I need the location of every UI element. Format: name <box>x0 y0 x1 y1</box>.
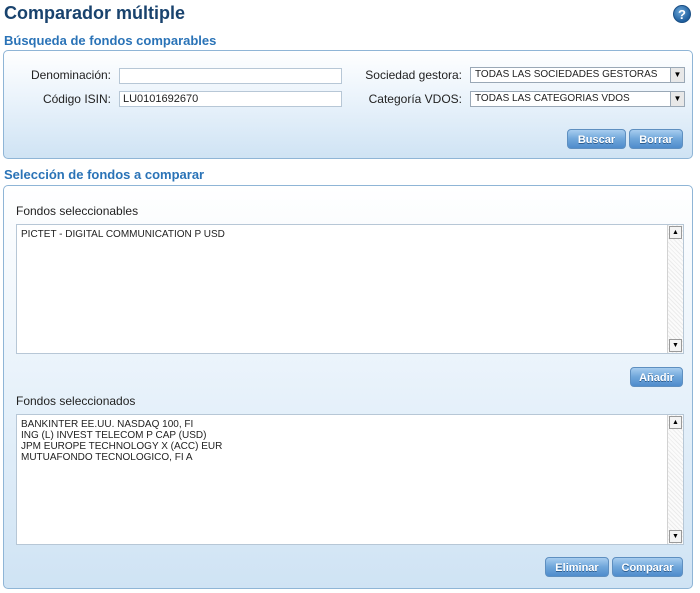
help-icon[interactable]: ? <box>673 5 691 23</box>
scrollbar[interactable]: ▲ ▼ <box>667 225 683 353</box>
search-section-title: Búsqueda de fondos comparables <box>4 33 217 48</box>
page-title: Comparador múltiple <box>4 3 186 23</box>
scroll-down-icon[interactable]: ▼ <box>669 339 682 352</box>
categoria-selected-value: TODAS LAS CATEGORIAS VDOS <box>475 93 630 104</box>
categoria-label: Categoría VDOS: <box>368 92 462 106</box>
dropdown-arrow-icon[interactable]: ▼ <box>670 92 684 106</box>
denominacion-input[interactable] <box>119 68 342 84</box>
scroll-up-icon[interactable]: ▲ <box>669 226 682 239</box>
selectable-funds-list[interactable]: PICTET - DIGITAL COMMUNICATION P USD ▲ ▼ <box>16 224 684 354</box>
dropdown-arrow-icon[interactable]: ▼ <box>670 68 684 82</box>
denominacion-label: Denominación: <box>30 68 111 82</box>
isin-label: Código ISIN: <box>42 92 111 106</box>
add-button[interactable]: Añadir <box>630 367 683 387</box>
compare-button[interactable]: Comparar <box>612 557 683 577</box>
list-item[interactable]: BANKINTER EE.UU. NASDAQ 100, FI <box>17 419 222 430</box>
list-item[interactable]: MUTUAFONDO TECNOLOGICO, FI A <box>17 452 222 463</box>
selected-funds-list[interactable]: BANKINTER EE.UU. NASDAQ 100, FI ING (L) I… <box>16 414 684 545</box>
gestora-label: Sociedad gestora: <box>365 68 462 82</box>
selection-panel: Fondos seleccionables PICTET - DIGITAL C… <box>3 185 693 589</box>
list-item[interactable]: PICTET - DIGITAL COMMUNICATION P USD <box>17 229 225 240</box>
gestora-selected-value: TODAS LAS SOCIEDADES GESTORAS <box>475 69 658 80</box>
selection-section-title: Selección de fondos a comparar <box>4 167 205 182</box>
scrollbar[interactable]: ▲ ▼ <box>667 415 683 544</box>
buscar-button[interactable]: Buscar <box>567 129 626 149</box>
selected-funds-label: Fondos seleccionados <box>16 394 136 408</box>
categoria-select[interactable]: TODAS LAS CATEGORIAS VDOS ▼ <box>470 91 685 107</box>
search-panel: Denominación: Código ISIN: LU0101692670 … <box>3 50 693 159</box>
list-item[interactable]: ING (L) INVEST TELECOM P CAP (USD) <box>17 430 222 441</box>
isin-input[interactable]: LU0101692670 <box>119 91 342 107</box>
scroll-down-icon[interactable]: ▼ <box>669 530 682 543</box>
selectable-funds-label: Fondos seleccionables <box>16 204 139 218</box>
list-item[interactable]: JPM EUROPE TECHNOLOGY X (ACC) EUR <box>17 441 222 452</box>
scroll-up-icon[interactable]: ▲ <box>669 416 682 429</box>
remove-button[interactable]: Eliminar <box>545 557 609 577</box>
gestora-select[interactable]: TODAS LAS SOCIEDADES GESTORAS ▼ <box>470 67 685 83</box>
borrar-button[interactable]: Borrar <box>629 129 683 149</box>
